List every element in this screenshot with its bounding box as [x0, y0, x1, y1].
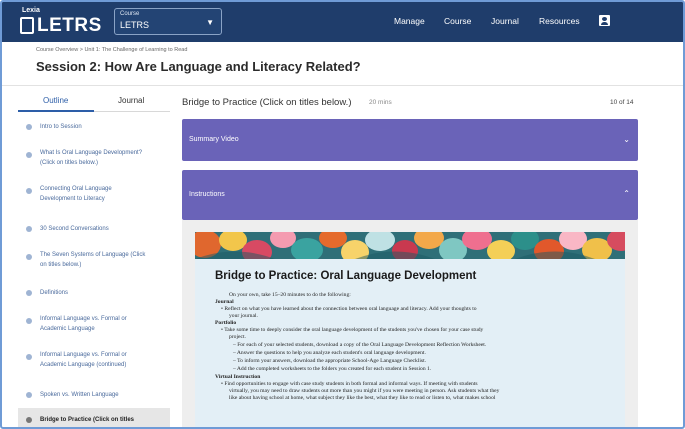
course-dropdown[interactable]: Course LETRS ▼: [114, 8, 222, 35]
sidebar-item-label-line2: on titles below.): [40, 262, 82, 268]
sidebar-item-label: Intro to Session: [40, 124, 82, 130]
instructions-document: Bridge to Practice: Oral Language Develo…: [195, 232, 625, 427]
course-dropdown-value: LETRS: [120, 20, 150, 30]
doc-line: your journal.: [229, 313, 258, 319]
user-account-icon[interactable]: [599, 15, 610, 26]
nav-link-course[interactable]: Course: [444, 16, 471, 26]
brand-name: LETRS: [37, 15, 102, 36]
tab-journal[interactable]: Journal: [118, 96, 144, 105]
sidebar-item-label-line2: Academic Language: [40, 326, 95, 332]
book-icon: [20, 17, 34, 34]
active-tab-indicator: [18, 110, 94, 112]
doc-line: • Take some time to deeply consider the …: [221, 327, 484, 333]
status-dot: [26, 318, 32, 324]
nav-link-manage[interactable]: Manage: [394, 16, 425, 26]
sidebar-item-label: Informal Language vs. Formal or: [40, 352, 127, 358]
status-dot: [26, 226, 32, 232]
status-dot: [26, 290, 32, 296]
sidebar-item-label: The Seven Systems of Language (Click: [40, 252, 146, 258]
course-dropdown-label: Course: [120, 11, 140, 17]
sidebar-item-informal-formal[interactable]: Informal Language vs. Formal or Academic…: [18, 314, 170, 338]
document-body: Bridge to Practice: Oral Language Develo…: [195, 259, 625, 427]
sidebar-item-label: 30 Second Conversations: [40, 226, 109, 232]
breadcrumb[interactable]: Course Overview > Unit 1: The Challenge …: [36, 47, 187, 53]
sidebar-item-label: Informal Language vs. Formal or: [40, 316, 127, 322]
sidebar-item-label: Definitions: [40, 290, 69, 296]
sidebar-item-intro[interactable]: Intro to Session: [18, 120, 170, 134]
doc-line: – Answer the questions to help you analy…: [233, 350, 426, 356]
sidebar-item-informal-formal-continued[interactable]: Informal Language vs. Formal or Academic…: [18, 350, 170, 374]
doc-line: – To inform your answers, download the a…: [233, 358, 427, 364]
doc-line: project.: [229, 334, 246, 340]
sidebar-item-label-line2: Development to Literacy: [40, 196, 105, 202]
header-divider: [2, 85, 683, 86]
top-nav-bar: Lexia LETRS Course LETRS ▼ Manage Course…: [2, 2, 683, 42]
status-dot: [26, 152, 32, 158]
sidebar-item-seven-systems[interactable]: The Seven Systems of Language (Click on …: [18, 250, 170, 274]
doc-heading-portfolio: Portfolio: [215, 320, 237, 326]
doc-heading-virtual: Virtual Instruction: [215, 374, 261, 380]
sidebar-item-label: Spoken vs. Written Language: [40, 392, 119, 398]
sidebar-item-label-line2: (Click on titles below.): [40, 160, 99, 166]
document-title: Bridge to Practice: Oral Language Develo…: [215, 270, 477, 282]
doc-line: – Add the completed worksheets to the fo…: [233, 366, 432, 372]
instructions-accordion[interactable]: Instructions ⌃: [182, 170, 638, 220]
sidebar-item-spoken-written[interactable]: Spoken vs. Written Language: [18, 388, 170, 402]
doc-line: virtually, you may need to draw students…: [229, 388, 500, 394]
sidebar-item-label: Connecting Oral Language: [40, 186, 112, 192]
doc-line: • Find opportunities to engage with case…: [221, 381, 478, 387]
tab-outline[interactable]: Outline: [43, 96, 68, 105]
status-dot: [26, 188, 32, 194]
duration-label: 20 mins: [369, 99, 392, 106]
chevron-down-icon: ▼: [206, 18, 214, 27]
chevron-up-icon: ⌃: [623, 189, 630, 198]
nav-link-resources[interactable]: Resources: [539, 16, 580, 26]
progress-counter: 10 of 14: [610, 99, 634, 106]
nav-link-journal[interactable]: Journal: [491, 16, 519, 26]
brand-company: Lexia: [22, 7, 40, 14]
sidebar-item-bridge-to-practice[interactable]: Bridge to Practice (Click on titles: [18, 408, 170, 427]
sidebar-item-definitions[interactable]: Definitions: [18, 286, 170, 300]
status-dot: [26, 417, 32, 423]
accordion-label: Instructions: [189, 191, 225, 198]
sidebar-item-label: What Is Oral Language Development?: [40, 150, 143, 156]
status-dot: [26, 354, 32, 360]
sidebar-item-label: Bridge to Practice (Click on titles: [40, 417, 135, 423]
section-title: Bridge to Practice (Click on titles belo…: [182, 97, 352, 108]
sidebar-item-30-second[interactable]: 30 Second Conversations: [18, 222, 170, 236]
doc-line: On your own, take 15–20 minutes to do th…: [229, 292, 351, 298]
doc-line: – For each of your selected students, do…: [233, 342, 487, 348]
sidebar-item-oral-language[interactable]: What Is Oral Language Development? (Clic…: [18, 148, 170, 172]
status-dot: [26, 392, 32, 398]
chevron-down-icon: ⌄: [623, 135, 630, 144]
doc-line: • Reflect on what you have learned about…: [221, 306, 477, 312]
status-dot: [26, 254, 32, 260]
outline-sidebar: Outline Journal Intro to Session What Is…: [18, 90, 170, 427]
sidebar-tabs: Outline Journal: [18, 90, 170, 112]
app-window: Lexia LETRS Course LETRS ▼ Manage Course…: [0, 0, 685, 429]
lexia-letrs-logo[interactable]: Lexia LETRS: [20, 6, 102, 38]
sidebar-item-connecting[interactable]: Connecting Oral Language Development to …: [18, 184, 170, 208]
page-title: Session 2: How Are Language and Literacy…: [36, 59, 361, 74]
accordion-label: Summary Video: [189, 136, 239, 143]
decorative-banner-image: [195, 232, 625, 259]
doc-heading-journal: Journal: [215, 299, 234, 305]
status-dot: [26, 124, 32, 130]
doc-line: like about having school at home, what s…: [229, 395, 496, 401]
summary-video-accordion[interactable]: Summary Video ⌄: [182, 119, 638, 161]
instructions-panel: Bridge to Practice: Oral Language Develo…: [182, 220, 638, 427]
sidebar-item-label-line2: Academic Language (continued): [40, 362, 127, 368]
